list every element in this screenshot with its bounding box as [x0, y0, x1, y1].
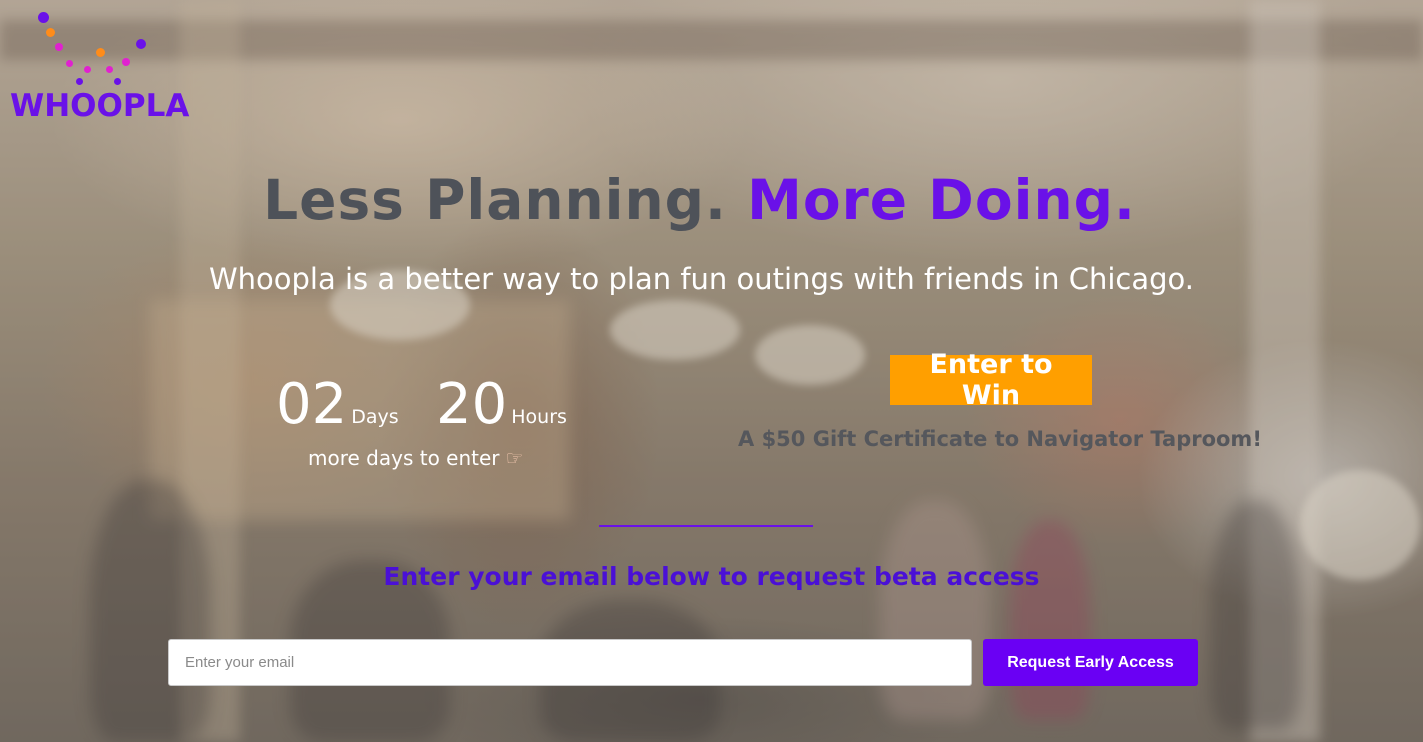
- countdown-hours-value: 20: [436, 372, 508, 437]
- logo-wordmark: WHOOPLA: [10, 88, 190, 124]
- countdown-days-value: 02: [276, 372, 348, 437]
- page-headline: Less Planning. More Doing.: [0, 168, 1411, 232]
- countdown-days-label: Days: [351, 406, 399, 428]
- headline-part-1: Less Planning.: [263, 168, 727, 232]
- whoopla-logo[interactable]: WHOOPLA: [10, 8, 189, 124]
- pointing-hand-icon: ☞: [505, 446, 524, 470]
- enter-to-win-button[interactable]: Enter to Win: [890, 349, 1092, 411]
- countdown-note: more days to enter ☞: [308, 446, 523, 470]
- prize-description: A $50 Gift Certificate to Navigator Tapr…: [738, 427, 1262, 451]
- countdown-days: 02 Days: [276, 372, 399, 438]
- section-divider: [599, 525, 813, 527]
- page-subheadline: Whoopla is a better way to plan fun outi…: [208, 262, 1195, 296]
- countdown-hours-label: Hours: [511, 406, 567, 428]
- request-early-access-button[interactable]: Request Early Access: [983, 639, 1198, 686]
- headline-part-2: More Doing.: [747, 168, 1136, 232]
- beta-access-prompt: Enter your email below to request beta a…: [383, 562, 1040, 591]
- background-overlay: [0, 0, 1423, 742]
- countdown-hours: 20 Hours: [436, 372, 567, 438]
- email-input[interactable]: [168, 639, 972, 686]
- countdown-note-text: more days to enter: [308, 446, 500, 470]
